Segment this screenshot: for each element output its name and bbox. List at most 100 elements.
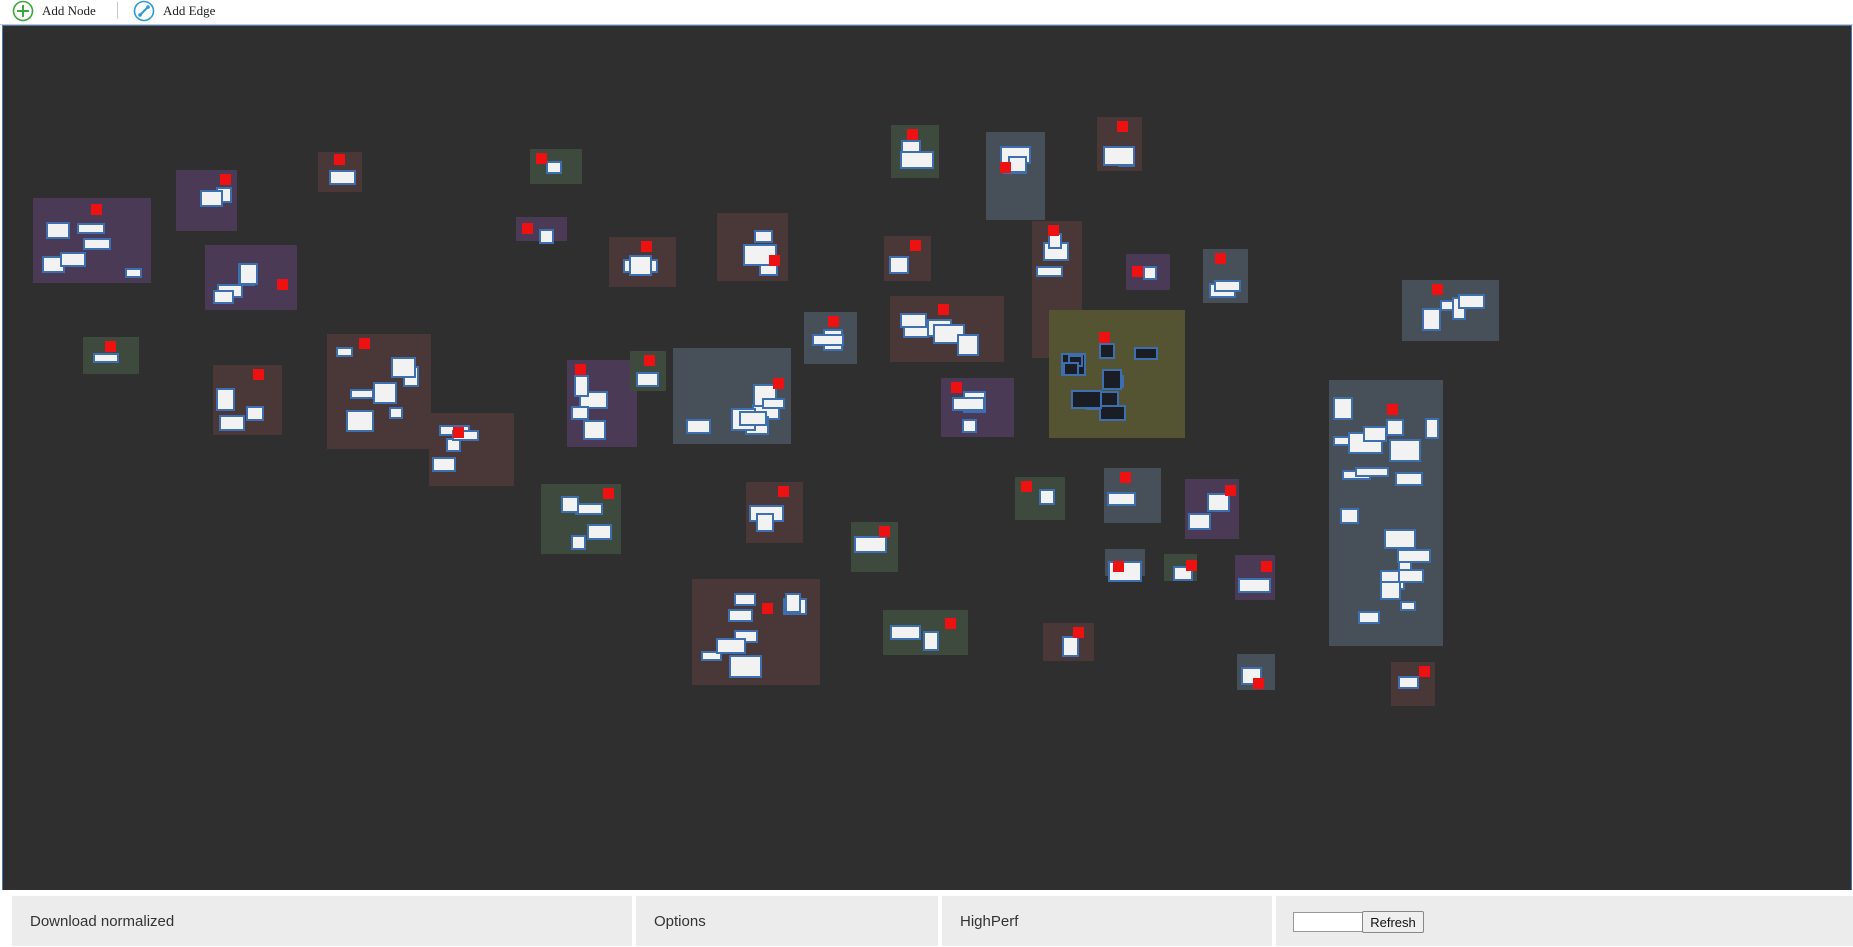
cluster-marker[interactable] <box>762 603 773 614</box>
graph-node[interactable] <box>1103 146 1135 166</box>
graph-node[interactable] <box>629 255 652 276</box>
graph-node[interactable] <box>571 406 589 420</box>
graph-node[interactable] <box>1422 308 1441 331</box>
graph-node[interactable] <box>1398 676 1419 689</box>
cluster-marker[interactable] <box>879 526 890 537</box>
graph-cluster[interactable] <box>692 579 820 685</box>
graph-node[interactable] <box>350 389 374 399</box>
graph-cluster[interactable] <box>530 149 582 184</box>
graph-node[interactable] <box>1134 347 1158 360</box>
graph-node[interactable] <box>889 256 909 274</box>
graph-node[interactable] <box>739 411 767 426</box>
graph-node[interactable] <box>574 375 589 397</box>
graph-node[interactable] <box>812 334 844 346</box>
graph-node[interactable] <box>952 397 985 411</box>
graph-cluster[interactable] <box>1105 549 1145 582</box>
graph-node[interactable] <box>1143 266 1157 280</box>
cluster-marker[interactable] <box>1021 481 1032 492</box>
graph-cluster[interactable] <box>891 125 939 178</box>
graph-node[interactable] <box>1389 439 1421 462</box>
graph-cluster[interactable] <box>1164 554 1197 581</box>
graph-node[interactable] <box>734 593 756 606</box>
graph-node[interactable] <box>587 524 612 540</box>
graph-node[interactable] <box>200 190 223 207</box>
cluster-marker[interactable] <box>1073 627 1084 638</box>
graph-cluster[interactable] <box>1203 249 1248 303</box>
graph-cluster[interactable] <box>986 132 1045 220</box>
graph-cluster[interactable] <box>609 237 676 287</box>
graph-node[interactable] <box>77 223 105 234</box>
add-node-button[interactable]: Add Node <box>12 0 96 22</box>
graph-cluster[interactable] <box>630 351 666 391</box>
graph-node[interactable] <box>923 631 939 651</box>
graph-cluster[interactable] <box>429 413 514 486</box>
graph-node[interactable] <box>336 347 353 357</box>
graph-node[interactable] <box>1238 578 1271 593</box>
cluster-marker[interactable] <box>334 154 345 165</box>
graph-node[interactable] <box>432 457 456 472</box>
graph-cluster[interactable] <box>1043 623 1094 661</box>
graph-cluster[interactable] <box>673 348 791 444</box>
graph-node[interactable] <box>561 496 579 513</box>
graph-node[interactable] <box>1099 343 1115 359</box>
cluster-marker[interactable] <box>575 364 586 375</box>
cluster-marker[interactable] <box>1186 560 1197 571</box>
refresh-button[interactable]: Refresh <box>1362 911 1424 933</box>
cluster-marker[interactable] <box>220 174 231 185</box>
graph-node[interactable] <box>1063 362 1079 376</box>
graph-node[interactable] <box>785 593 801 613</box>
graph-cluster[interactable] <box>1402 280 1499 341</box>
cluster-marker[interactable] <box>1117 121 1128 132</box>
cluster-marker[interactable] <box>1120 472 1131 483</box>
graph-cluster[interactable] <box>804 312 857 364</box>
graph-node[interactable] <box>962 419 977 433</box>
graph-node[interactable] <box>125 268 142 278</box>
graph-cluster[interactable] <box>176 170 237 231</box>
graph-node[interactable] <box>373 382 397 404</box>
cluster-marker[interactable] <box>1099 332 1110 343</box>
graph-node[interactable] <box>636 372 659 387</box>
graph-node[interactable] <box>583 420 606 440</box>
graph-node[interactable] <box>900 313 927 328</box>
graph-node[interactable] <box>854 536 887 553</box>
graph-cluster[interactable] <box>1237 654 1275 690</box>
graph-node[interactable] <box>575 503 603 515</box>
cluster-marker[interactable] <box>1215 253 1226 264</box>
graph-node[interactable] <box>93 353 119 363</box>
graph-node[interactable] <box>1400 601 1416 611</box>
graph-node[interactable] <box>900 151 934 169</box>
refresh-input[interactable] <box>1293 912 1365 932</box>
cluster-marker[interactable] <box>907 129 918 140</box>
graph-cluster[interactable] <box>33 198 151 283</box>
graph-node[interactable] <box>346 410 374 432</box>
options-button[interactable]: Options <box>636 896 938 946</box>
graph-node[interactable] <box>83 238 111 250</box>
cluster-marker[interactable] <box>603 488 614 499</box>
cluster-marker[interactable] <box>522 223 533 234</box>
graph-node[interactable] <box>686 419 711 434</box>
graph-cluster[interactable] <box>567 360 637 447</box>
cluster-marker[interactable] <box>91 204 102 215</box>
graph-cluster[interactable] <box>1391 662 1435 706</box>
graph-node[interactable] <box>1380 581 1401 600</box>
graph-cluster[interactable] <box>941 378 1014 437</box>
graph-node[interactable] <box>1340 508 1359 524</box>
cluster-marker[interactable] <box>1387 404 1398 415</box>
graph-node[interactable] <box>1398 569 1424 583</box>
graph-node[interactable] <box>1036 266 1063 277</box>
add-edge-button[interactable]: Add Edge <box>133 0 215 22</box>
graph-node[interactable] <box>1062 636 1079 657</box>
graph-node[interactable] <box>46 222 70 239</box>
graph-node[interactable] <box>1397 549 1431 563</box>
highperf-button[interactable]: HighPerf <box>942 896 1272 946</box>
graph-node[interactable] <box>1363 426 1387 442</box>
graph-cluster[interactable] <box>1185 479 1239 539</box>
cluster-marker[interactable] <box>828 316 839 327</box>
download-normalized-button[interactable]: Download normalized <box>12 896 632 946</box>
graph-node[interactable] <box>1425 418 1439 439</box>
graph-cluster[interactable] <box>318 152 362 192</box>
graph-node[interactable] <box>754 230 773 243</box>
graph-node[interactable] <box>546 161 562 174</box>
cluster-marker[interactable] <box>1253 678 1264 689</box>
graph-cluster[interactable] <box>213 365 282 435</box>
